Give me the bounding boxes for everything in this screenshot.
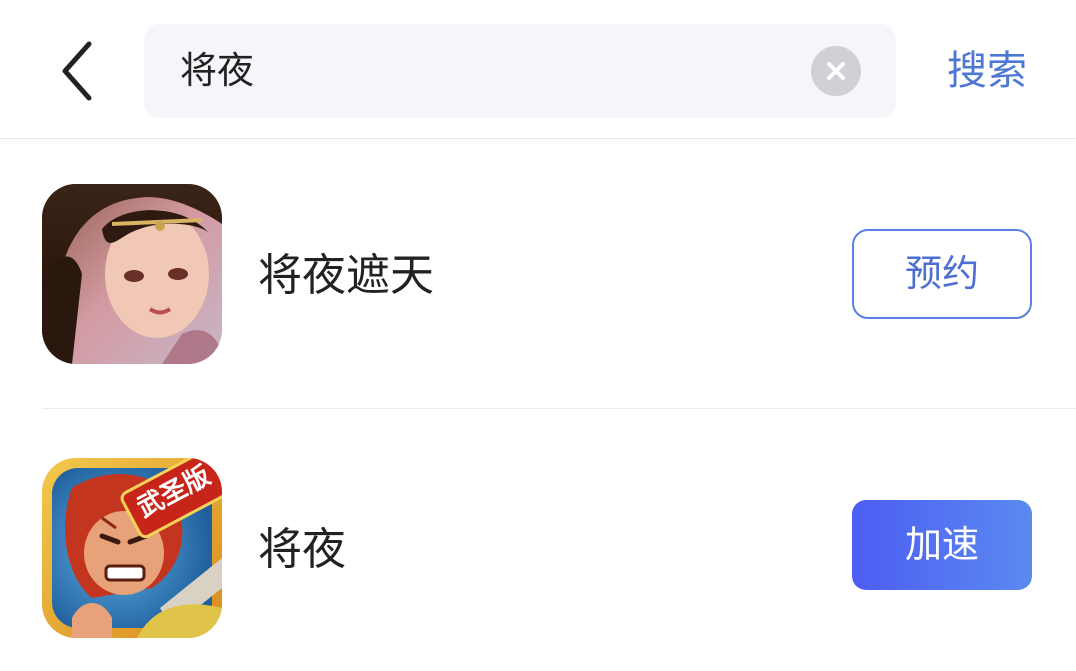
speed-up-button[interactable]: 加速 — [852, 500, 1032, 590]
search-button[interactable]: 搜索 — [930, 40, 1044, 102]
search-header: 搜索 — [0, 0, 1076, 139]
reserve-button[interactable]: 预约 — [852, 229, 1032, 319]
search-results-page: 搜索 — [0, 0, 1076, 671]
chevron-left-icon — [62, 41, 92, 101]
clear-search-button[interactable] — [811, 46, 861, 96]
app-name: 将夜 — [258, 524, 346, 575]
search-box — [144, 24, 896, 118]
character-portrait-icon — [42, 184, 222, 364]
result-item: 武圣版 将夜 加速 — [0, 446, 1076, 646]
app-icon-game-2[interactable]: 武圣版 — [42, 458, 222, 638]
app-icon-game-1[interactable] — [42, 184, 222, 364]
result-item: 将夜遮天 预约 — [0, 172, 1076, 372]
clear-circle-icon — [827, 62, 845, 80]
app-name: 将夜遮天 — [258, 250, 434, 301]
search-input[interactable] — [180, 24, 780, 118]
back-button[interactable] — [52, 38, 102, 104]
list-divider — [42, 408, 1076, 409]
